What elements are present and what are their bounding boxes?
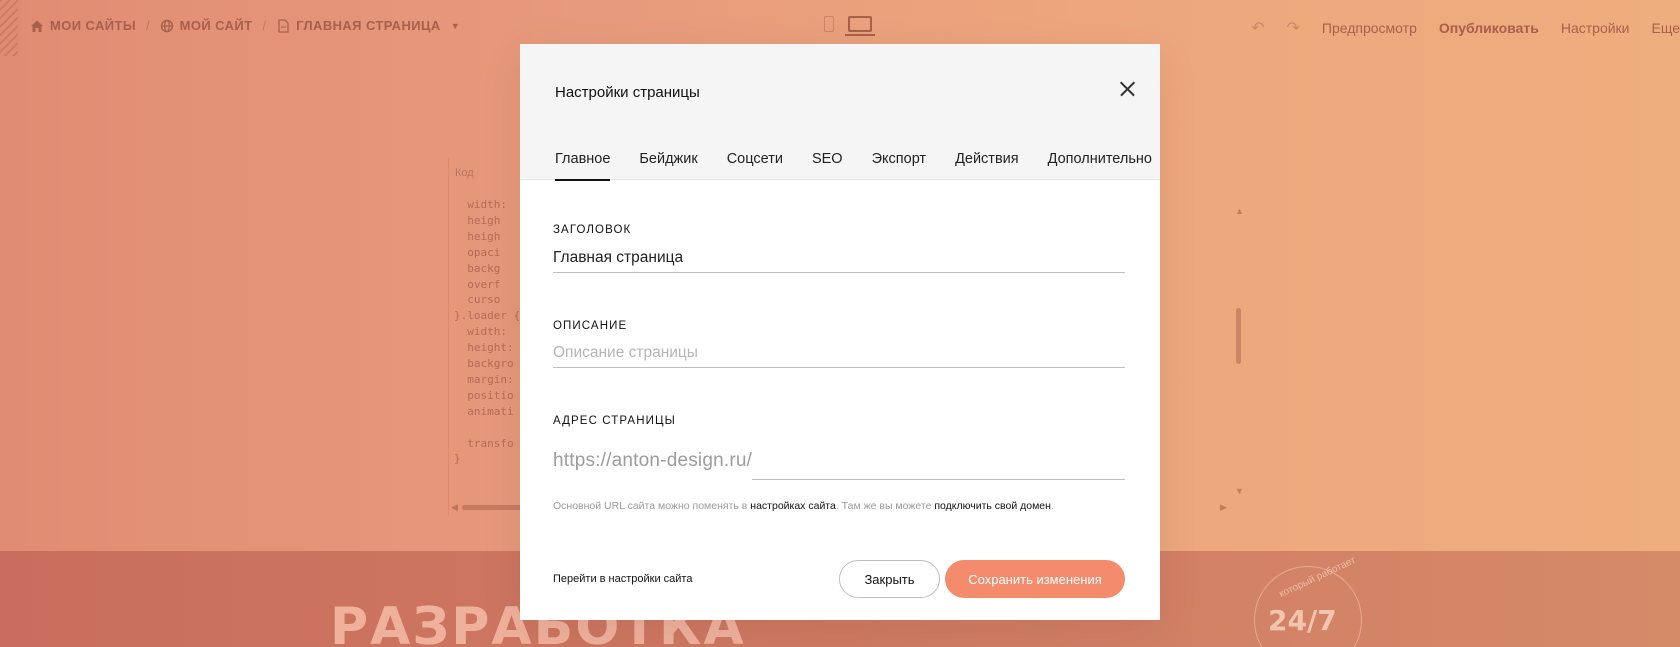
title-input[interactable] xyxy=(553,243,1125,273)
breadcrumb-home-page[interactable]: ГЛАВНАЯ СТРАНИЦА ▼ xyxy=(276,18,460,33)
code-line: opaci xyxy=(454,245,501,259)
undo-icon[interactable]: ↶ xyxy=(1251,18,1264,38)
settings-link[interactable]: Настройки xyxy=(1561,20,1630,36)
title-label: ЗАГОЛОВОК xyxy=(553,224,632,236)
tab-social[interactable]: Соцсети xyxy=(727,151,783,180)
horizontal-scrollbar[interactable] xyxy=(462,505,526,510)
tab-seo[interactable]: SEO xyxy=(812,151,843,180)
code-line: positio xyxy=(454,388,514,402)
tab-additional[interactable]: Дополнительно xyxy=(1048,151,1152,180)
modal-title: Настройки страницы xyxy=(555,84,700,101)
hint-text: . Там же вы можете xyxy=(835,500,935,512)
scroll-down-icon[interactable]: ▼ xyxy=(1235,486,1244,496)
scroll-up-icon[interactable]: ▲ xyxy=(1235,206,1244,216)
more-menu[interactable]: Еще xyxy=(1652,20,1680,36)
hint-text: Основной URL сайта можно поменять в xyxy=(553,500,751,512)
code-tab-label: Код xyxy=(455,167,474,179)
badge-24-7: 24/7 xyxy=(1268,604,1337,637)
page-icon xyxy=(278,18,289,33)
scroll-right-icon[interactable]: ▶ xyxy=(1220,502,1227,513)
scroll-left-icon[interactable]: ◀ xyxy=(451,502,458,513)
publish-link[interactable]: Опубликовать xyxy=(1439,20,1539,36)
close-icon[interactable] xyxy=(1116,77,1140,101)
close-button[interactable]: Закрыть xyxy=(839,560,940,598)
code-line: overf xyxy=(454,277,501,291)
page-settings-modal: Настройки страницы Главное Бейджик Соцсе… xyxy=(520,44,1160,620)
tab-actions[interactable]: Действия xyxy=(955,151,1019,180)
code-line: curso xyxy=(454,293,501,307)
modal-tabs: Главное Бейджик Соцсети SEO Экспорт Дейс… xyxy=(555,151,1181,181)
tab-badge[interactable]: Бейджик xyxy=(639,151,697,180)
code-line: }.loader { xyxy=(454,309,521,323)
modal-header: Настройки страницы Главное Бейджик Соцсе… xyxy=(520,44,1160,181)
tab-main[interactable]: Главное xyxy=(555,151,611,181)
tab-export[interactable]: Экспорт xyxy=(872,151,926,180)
preview-link[interactable]: Предпросмотр xyxy=(1322,20,1417,36)
hint-text: . xyxy=(1050,500,1054,512)
globe-icon xyxy=(160,19,173,32)
code-line: width: xyxy=(454,198,507,211)
code-line: height: xyxy=(454,341,514,355)
desktop-view-icon[interactable] xyxy=(845,16,875,36)
breadcrumb-separator: / xyxy=(262,18,267,33)
code-line: transfo xyxy=(454,436,514,450)
breadcrumb-label: ГЛАВНАЯ СТРАНИЦА xyxy=(296,18,441,33)
connect-domain-link[interactable]: подключить свой домен xyxy=(934,500,1051,512)
code-line: backgro xyxy=(454,357,514,370)
go-to-site-settings-link[interactable]: Перейти в настройки сайта xyxy=(553,573,692,585)
address-label: АДРЕС СТРАНИЦЫ xyxy=(553,415,676,427)
save-button[interactable]: Сохранить изменения xyxy=(945,560,1125,598)
mobile-view-icon[interactable] xyxy=(824,16,834,32)
breadcrumb-label: МОИ САЙТЫ xyxy=(50,18,136,33)
description-input[interactable] xyxy=(553,338,1125,368)
site-settings-hint-link[interactable]: настройках сайта xyxy=(750,500,836,512)
code-line: } xyxy=(454,452,461,466)
address-field: https://anton-design.ru/ xyxy=(553,446,1125,480)
address-hint: Основной URL сайта можно поменять в наст… xyxy=(553,500,1054,512)
code-line: heigh xyxy=(454,213,501,227)
breadcrumb-my-site[interactable]: МОЙ САЙТ xyxy=(160,18,253,33)
breadcrumb: МОИ САЙТЫ / МОЙ САЙТ / ГЛАВНАЯ СТРАНИЦА … xyxy=(30,18,460,33)
code-line: margin: xyxy=(454,372,514,386)
code-line: width: xyxy=(454,325,514,339)
code-line: animati xyxy=(454,404,514,418)
code-line: backg xyxy=(454,261,501,275)
address-input[interactable] xyxy=(752,446,1125,480)
topbar-actions: ↶ ↷ Предпросмотр Опубликовать Настройки … xyxy=(1251,18,1680,38)
breadcrumb-label: МОЙ САЙТ xyxy=(179,18,253,33)
breadcrumb-separator: / xyxy=(145,18,150,33)
vertical-scrollbar[interactable] xyxy=(1236,308,1241,364)
chevron-down-icon: ▼ xyxy=(450,20,460,31)
address-prefix: https://anton-design.ru/ xyxy=(553,450,753,471)
breadcrumb-my-sites[interactable]: МОИ САЙТЫ xyxy=(30,18,136,33)
redo-icon[interactable]: ↷ xyxy=(1287,18,1300,38)
description-label: ОПИСАНИЕ xyxy=(553,320,628,332)
home-icon xyxy=(31,20,43,32)
code-line: heigh xyxy=(454,229,501,243)
